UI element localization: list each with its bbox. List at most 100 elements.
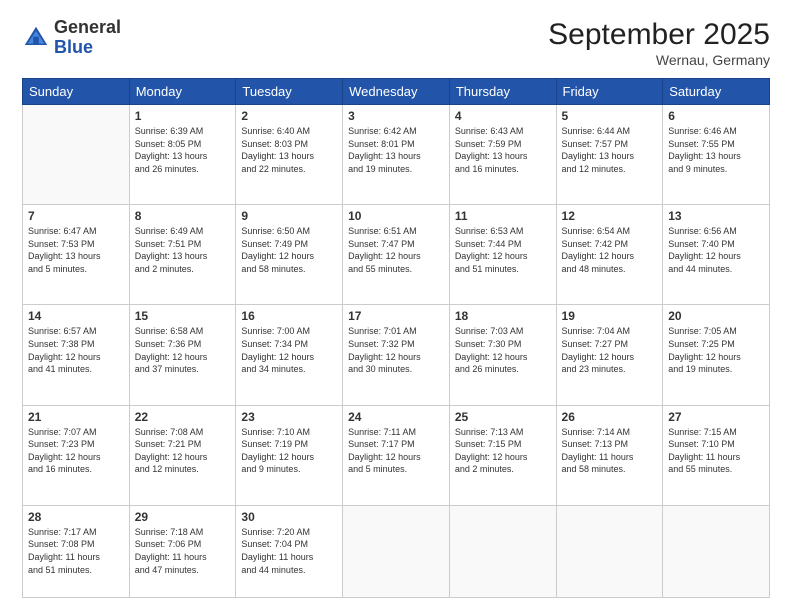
day-number: 12 <box>562 209 658 223</box>
day-number: 22 <box>135 410 231 424</box>
logo-text: General Blue <box>54 18 121 58</box>
table-row <box>343 505 450 597</box>
table-row: 29 Sunrise: 7:18 AM Sunset: 7:06 PM Dayli… <box>129 505 236 597</box>
table-row: 22 Sunrise: 7:08 AM Sunset: 7:21 PM Dayli… <box>129 405 236 505</box>
header-wednesday: Wednesday <box>343 79 450 105</box>
logo-icon <box>22 24 50 52</box>
day-number: 10 <box>348 209 444 223</box>
page: General Blue September 2025 Wernau, Germ… <box>0 0 792 612</box>
day-number: 27 <box>668 410 764 424</box>
table-row: 13Sunrise: 6:56 AM Sunset: 7:40 PM Dayli… <box>663 205 770 305</box>
calendar-table: Sunday Monday Tuesday Wednesday Thursday… <box>22 78 770 598</box>
table-row: 24Sunrise: 7:11 AM Sunset: 7:17 PM Dayli… <box>343 405 450 505</box>
day-number: 9 <box>241 209 337 223</box>
cell-info: Sunrise: 7:18 AM Sunset: 7:06 PM Dayligh… <box>135 526 231 576</box>
top-section: General Blue September 2025 Wernau, Germ… <box>22 18 770 68</box>
header-monday: Monday <box>129 79 236 105</box>
header-tuesday: Tuesday <box>236 79 343 105</box>
cell-info: Sunrise: 6:51 AM Sunset: 7:47 PM Dayligh… <box>348 225 444 275</box>
header-saturday: Saturday <box>663 79 770 105</box>
cell-info: Sunrise: 6:57 AM Sunset: 7:38 PM Dayligh… <box>28 325 124 375</box>
header-thursday: Thursday <box>449 79 556 105</box>
cell-info: Sunrise: 7:01 AM Sunset: 7:32 PM Dayligh… <box>348 325 444 375</box>
logo-general-text: General <box>54 17 121 37</box>
cell-info: Sunrise: 7:14 AM Sunset: 7:13 PM Dayligh… <box>562 426 658 476</box>
day-number: 1 <box>135 109 231 123</box>
cell-info: Sunrise: 7:05 AM Sunset: 7:25 PM Dayligh… <box>668 325 764 375</box>
day-number: 23 <box>241 410 337 424</box>
table-row: 4 Sunrise: 6:43 AM Sunset: 7:59 PM Daylig… <box>449 105 556 205</box>
cell-info: Sunrise: 7:00 AM Sunset: 7:34 PM Dayligh… <box>241 325 337 375</box>
cell-info: Sunrise: 6:44 AM Sunset: 7:57 PM Dayligh… <box>562 125 658 175</box>
day-number: 24 <box>348 410 444 424</box>
header-row: Sunday Monday Tuesday Wednesday Thursday… <box>23 79 770 105</box>
table-row: 14 Sunrise: 6:57 AM Sunset: 7:38 PM Dayli… <box>23 305 130 405</box>
day-number: 19 <box>562 309 658 323</box>
month-year-title: September 2025 <box>548 18 770 52</box>
table-row: 28Sunrise: 7:17 AM Sunset: 7:08 PM Dayli… <box>23 505 130 597</box>
table-row: 10 Sunrise: 6:51 AM Sunset: 7:47 PM Dayli… <box>343 205 450 305</box>
day-number: 20 <box>668 309 764 323</box>
table-row: 1 Sunrise: 6:39 AM Sunset: 8:05 PM Daylig… <box>129 105 236 205</box>
table-row: 6 Sunrise: 6:46 AM Sunset: 7:55 PM Daylig… <box>663 105 770 205</box>
table-row: 15 Sunrise: 6:58 AM Sunset: 7:36 PM Dayli… <box>129 305 236 405</box>
table-row: 7Sunrise: 6:47 AM Sunset: 7:53 PM Daylig… <box>23 205 130 305</box>
day-number: 5 <box>562 109 658 123</box>
table-row: 2Sunrise: 6:40 AM Sunset: 8:03 PM Daylig… <box>236 105 343 205</box>
day-number: 8 <box>135 209 231 223</box>
day-number: 28 <box>28 510 124 524</box>
cell-info: Sunrise: 6:39 AM Sunset: 8:05 PM Dayligh… <box>135 125 231 175</box>
header-friday: Friday <box>556 79 663 105</box>
cell-info: Sunrise: 7:04 AM Sunset: 7:27 PM Dayligh… <box>562 325 658 375</box>
table-row: 12Sunrise: 6:54 AM Sunset: 7:42 PM Dayli… <box>556 205 663 305</box>
cell-info: Sunrise: 6:56 AM Sunset: 7:40 PM Dayligh… <box>668 225 764 275</box>
table-row: 3 Sunrise: 6:42 AM Sunset: 8:01 PM Daylig… <box>343 105 450 205</box>
table-row: 8 Sunrise: 6:49 AM Sunset: 7:51 PM Daylig… <box>129 205 236 305</box>
cell-info: Sunrise: 7:03 AM Sunset: 7:30 PM Dayligh… <box>455 325 551 375</box>
cell-info: Sunrise: 6:42 AM Sunset: 8:01 PM Dayligh… <box>348 125 444 175</box>
day-number: 14 <box>28 309 124 323</box>
cell-info: Sunrise: 7:15 AM Sunset: 7:10 PM Dayligh… <box>668 426 764 476</box>
table-row: 30 Sunrise: 7:20 AM Sunset: 7:04 PM Dayli… <box>236 505 343 597</box>
cell-info: Sunrise: 6:40 AM Sunset: 8:03 PM Dayligh… <box>241 125 337 175</box>
table-row <box>449 505 556 597</box>
table-row: 16 Sunrise: 7:00 AM Sunset: 7:34 PM Dayli… <box>236 305 343 405</box>
table-row: 11 Sunrise: 6:53 AM Sunset: 7:44 PM Dayli… <box>449 205 556 305</box>
day-number: 11 <box>455 209 551 223</box>
cell-info: Sunrise: 6:58 AM Sunset: 7:36 PM Dayligh… <box>135 325 231 375</box>
location-text: Wernau, Germany <box>548 52 770 68</box>
day-number: 4 <box>455 109 551 123</box>
table-row: 27 Sunrise: 7:15 AM Sunset: 7:10 PM Dayli… <box>663 405 770 505</box>
day-number: 30 <box>241 510 337 524</box>
cell-info: Sunrise: 6:43 AM Sunset: 7:59 PM Dayligh… <box>455 125 551 175</box>
table-row: 26Sunrise: 7:14 AM Sunset: 7:13 PM Dayli… <box>556 405 663 505</box>
day-number: 17 <box>348 309 444 323</box>
cell-info: Sunrise: 7:08 AM Sunset: 7:21 PM Dayligh… <box>135 426 231 476</box>
cell-info: Sunrise: 7:20 AM Sunset: 7:04 PM Dayligh… <box>241 526 337 576</box>
day-number: 16 <box>241 309 337 323</box>
day-number: 15 <box>135 309 231 323</box>
table-row: 18Sunrise: 7:03 AM Sunset: 7:30 PM Dayli… <box>449 305 556 405</box>
day-number: 21 <box>28 410 124 424</box>
cell-info: Sunrise: 6:53 AM Sunset: 7:44 PM Dayligh… <box>455 225 551 275</box>
table-row <box>23 105 130 205</box>
cell-info: Sunrise: 7:10 AM Sunset: 7:19 PM Dayligh… <box>241 426 337 476</box>
table-row: 9 Sunrise: 6:50 AM Sunset: 7:49 PM Daylig… <box>236 205 343 305</box>
table-row: 21 Sunrise: 7:07 AM Sunset: 7:23 PM Dayli… <box>23 405 130 505</box>
table-row: 19 Sunrise: 7:04 AM Sunset: 7:27 PM Dayli… <box>556 305 663 405</box>
table-row: 23 Sunrise: 7:10 AM Sunset: 7:19 PM Dayli… <box>236 405 343 505</box>
table-row <box>663 505 770 597</box>
cell-info: Sunrise: 6:46 AM Sunset: 7:55 PM Dayligh… <box>668 125 764 175</box>
title-section: September 2025 Wernau, Germany <box>548 18 770 68</box>
cell-info: Sunrise: 6:49 AM Sunset: 7:51 PM Dayligh… <box>135 225 231 275</box>
cell-info: Sunrise: 6:47 AM Sunset: 7:53 PM Dayligh… <box>28 225 124 275</box>
day-number: 3 <box>348 109 444 123</box>
table-row: 5 Sunrise: 6:44 AM Sunset: 7:57 PM Daylig… <box>556 105 663 205</box>
cell-info: Sunrise: 6:50 AM Sunset: 7:49 PM Dayligh… <box>241 225 337 275</box>
day-number: 29 <box>135 510 231 524</box>
cell-info: Sunrise: 7:07 AM Sunset: 7:23 PM Dayligh… <box>28 426 124 476</box>
table-row <box>556 505 663 597</box>
table-row: 17 Sunrise: 7:01 AM Sunset: 7:32 PM Dayli… <box>343 305 450 405</box>
table-row: 20 Sunrise: 7:05 AM Sunset: 7:25 PM Dayli… <box>663 305 770 405</box>
day-number: 6 <box>668 109 764 123</box>
